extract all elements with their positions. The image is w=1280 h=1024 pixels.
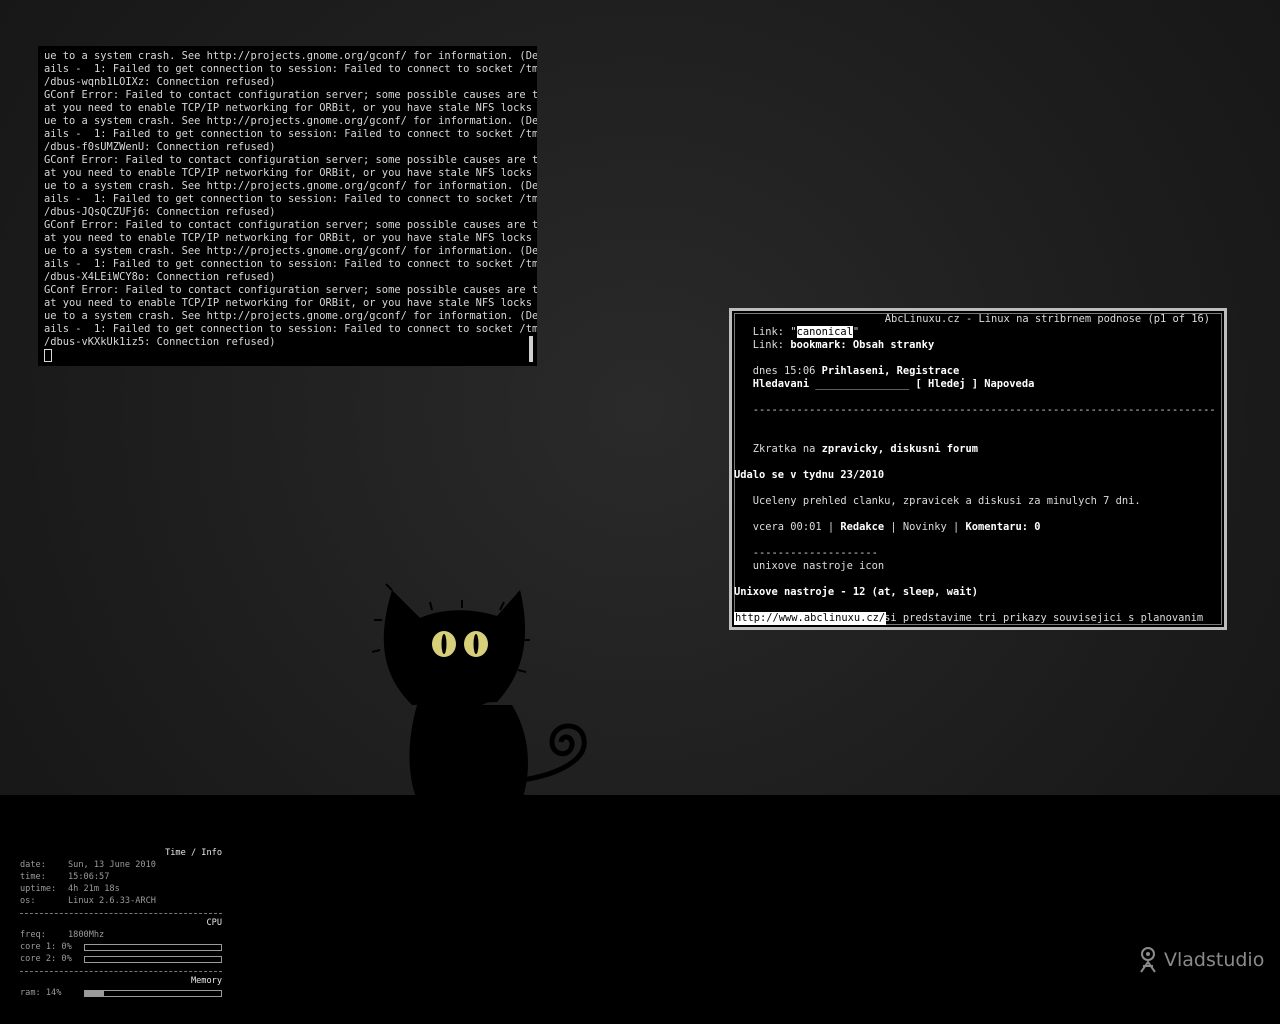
separator-text: ,	[884, 365, 897, 377]
status-url: http://www.abclinuxu.cz/	[734, 612, 887, 625]
uptime-value: 4h 21m 18s	[68, 884, 120, 894]
cpu-header: CPU	[206, 918, 222, 928]
brand-name: Vladstudio	[1164, 949, 1265, 971]
week-heading: Udalo se v tydnu 23/2010	[734, 469, 885, 481]
date-label: date:	[20, 860, 46, 870]
shortcut-text: Zkratka na	[734, 443, 822, 455]
terminal-line: at you need to enable TCP/IP networking …	[44, 167, 537, 179]
core2-bar	[84, 955, 222, 963]
redakce-link[interactable]: Redakce	[840, 521, 884, 533]
separator-line: ----------------------------------------…	[734, 404, 1216, 416]
browser-content: Link: "canonical" Link: bookmark: Obsah …	[734, 326, 1216, 625]
terminal-scrollbar[interactable]	[529, 336, 533, 362]
divider	[20, 971, 222, 972]
terminal-line: ue to a system crash. See http://project…	[44, 245, 537, 257]
time-value: 15:06:57	[68, 872, 110, 882]
help-link[interactable]: Napoveda	[984, 378, 1034, 390]
search-label: Hledavani	[752, 378, 810, 390]
meta-date: vcera 00:01 |	[734, 521, 841, 533]
terminal-line: ails - 1: Failed to get connection to se…	[44, 323, 537, 335]
terminal-line: /dbus-f0sUMZWenU: Connection refused)	[44, 141, 276, 153]
search-input[interactable]: _______________	[809, 378, 915, 390]
link-label: Link: "	[734, 326, 797, 338]
terminal-line: GConf Error: Failed to contact configura…	[44, 219, 537, 231]
ram-label: ram: 14%	[20, 988, 62, 998]
meta-section: | Novinky |	[884, 521, 966, 533]
login-link[interactable]: Prihlaseni	[822, 365, 885, 377]
terminal-line: GConf Error: Failed to contact configura…	[44, 89, 537, 101]
terminal-line: ue to a system crash. See http://project…	[44, 310, 537, 322]
terminal-line: ails - 1: Failed to get connection to se…	[44, 63, 537, 75]
terminal-line: /dbus-wqnb1LOIXz: Connection refused)	[44, 76, 276, 88]
article-heading[interactable]: Unixove nastroje - 12 (at, sleep, wait)	[734, 586, 978, 598]
link-canonical[interactable]: canonical	[796, 326, 853, 338]
os-label: os:	[20, 896, 36, 906]
ram-bar	[84, 989, 222, 997]
terminal-line: ue to a system crash. See http://project…	[44, 115, 537, 127]
vladstudio-watermark: Vladstudio	[1136, 946, 1264, 974]
week-text: Uceleny prehled clanku, zpravicek a disk…	[734, 495, 1141, 507]
date-value: Sun, 13 June 2010	[68, 860, 156, 870]
terminal-cursor-line	[44, 349, 537, 362]
terminal-line: at you need to enable TCP/IP networking …	[44, 232, 537, 244]
link-bookmark[interactable]: bookmark: Obsah stranky	[790, 339, 934, 351]
ram-bar-fill	[85, 990, 105, 996]
terminal-cursor	[44, 349, 52, 362]
time-label: time:	[20, 872, 46, 882]
divider	[20, 913, 222, 914]
core1-bar	[84, 943, 222, 951]
terminal-line: ails - 1: Failed to get connection to se…	[44, 258, 537, 270]
date-text: dnes 15:06	[734, 365, 822, 377]
terminal-line: /dbus-JQsQCZUFj6: Connection refused)	[44, 206, 276, 218]
lynx-browser-window[interactable]: AbcLinuxu.cz - Linux na stribrnem podnos…	[729, 308, 1227, 630]
link-quote: "	[852, 326, 860, 338]
core1-label: core 1: 0%	[20, 942, 72, 952]
memory-header: Memory	[190, 976, 222, 986]
terminal-line: GConf Error: Failed to contact configura…	[44, 154, 537, 166]
terminal-window[interactable]: ue to a system crash. See http://project…	[38, 46, 537, 366]
terminal-line: at you need to enable TCP/IP networking …	[44, 297, 537, 309]
browser-title: AbcLinuxu.cz - Linux na stribrnem podnos…	[884, 313, 1210, 325]
short-separator: --------------------	[734, 547, 878, 559]
terminal-line: ue to a system crash. See http://project…	[44, 180, 537, 192]
freq-label: freq:	[20, 930, 46, 940]
link-label: Link:	[734, 339, 791, 351]
os-value: Linux 2.6.33-ARCH	[68, 896, 156, 906]
terminal-line: /dbus-X4LEiWCY8o: Connection refused)	[44, 271, 276, 283]
core2-label: core 2: 0%	[20, 954, 72, 964]
register-link[interactable]: Registrace	[897, 365, 960, 377]
terminal-line: ails - 1: Failed to get connection to se…	[44, 128, 537, 140]
terminal-line: at you need to enable TCP/IP networking …	[44, 102, 537, 114]
freq-value: 1800Mhz	[68, 930, 105, 940]
comments-link[interactable]: Komentaru: 0	[965, 521, 1040, 533]
conky-panel: Time / Info date: Sun, 13 June 2010 time:…	[20, 847, 222, 999]
time-info-header: Time / Info	[165, 848, 222, 858]
black-cat-wallpaper-icon	[372, 583, 587, 800]
search-button[interactable]: [ Hledej ]	[915, 378, 978, 390]
terminal-line: GConf Error: Failed to contact configura…	[44, 284, 537, 296]
terminal-line: /dbus-vKXkUk1iz5: Connection refused)	[44, 336, 276, 348]
terminal-line: ue to a system crash. See http://project…	[44, 50, 537, 62]
shortcut-links[interactable]: zpravicky, diskusni forum	[822, 443, 978, 455]
terminal-line: ails - 1: Failed to get connection to se…	[44, 193, 537, 205]
article-icon-text: unixove nastroje icon	[734, 560, 885, 572]
vladstudio-logo-icon	[1140, 947, 1156, 973]
uptime-label: uptime:	[20, 884, 57, 894]
